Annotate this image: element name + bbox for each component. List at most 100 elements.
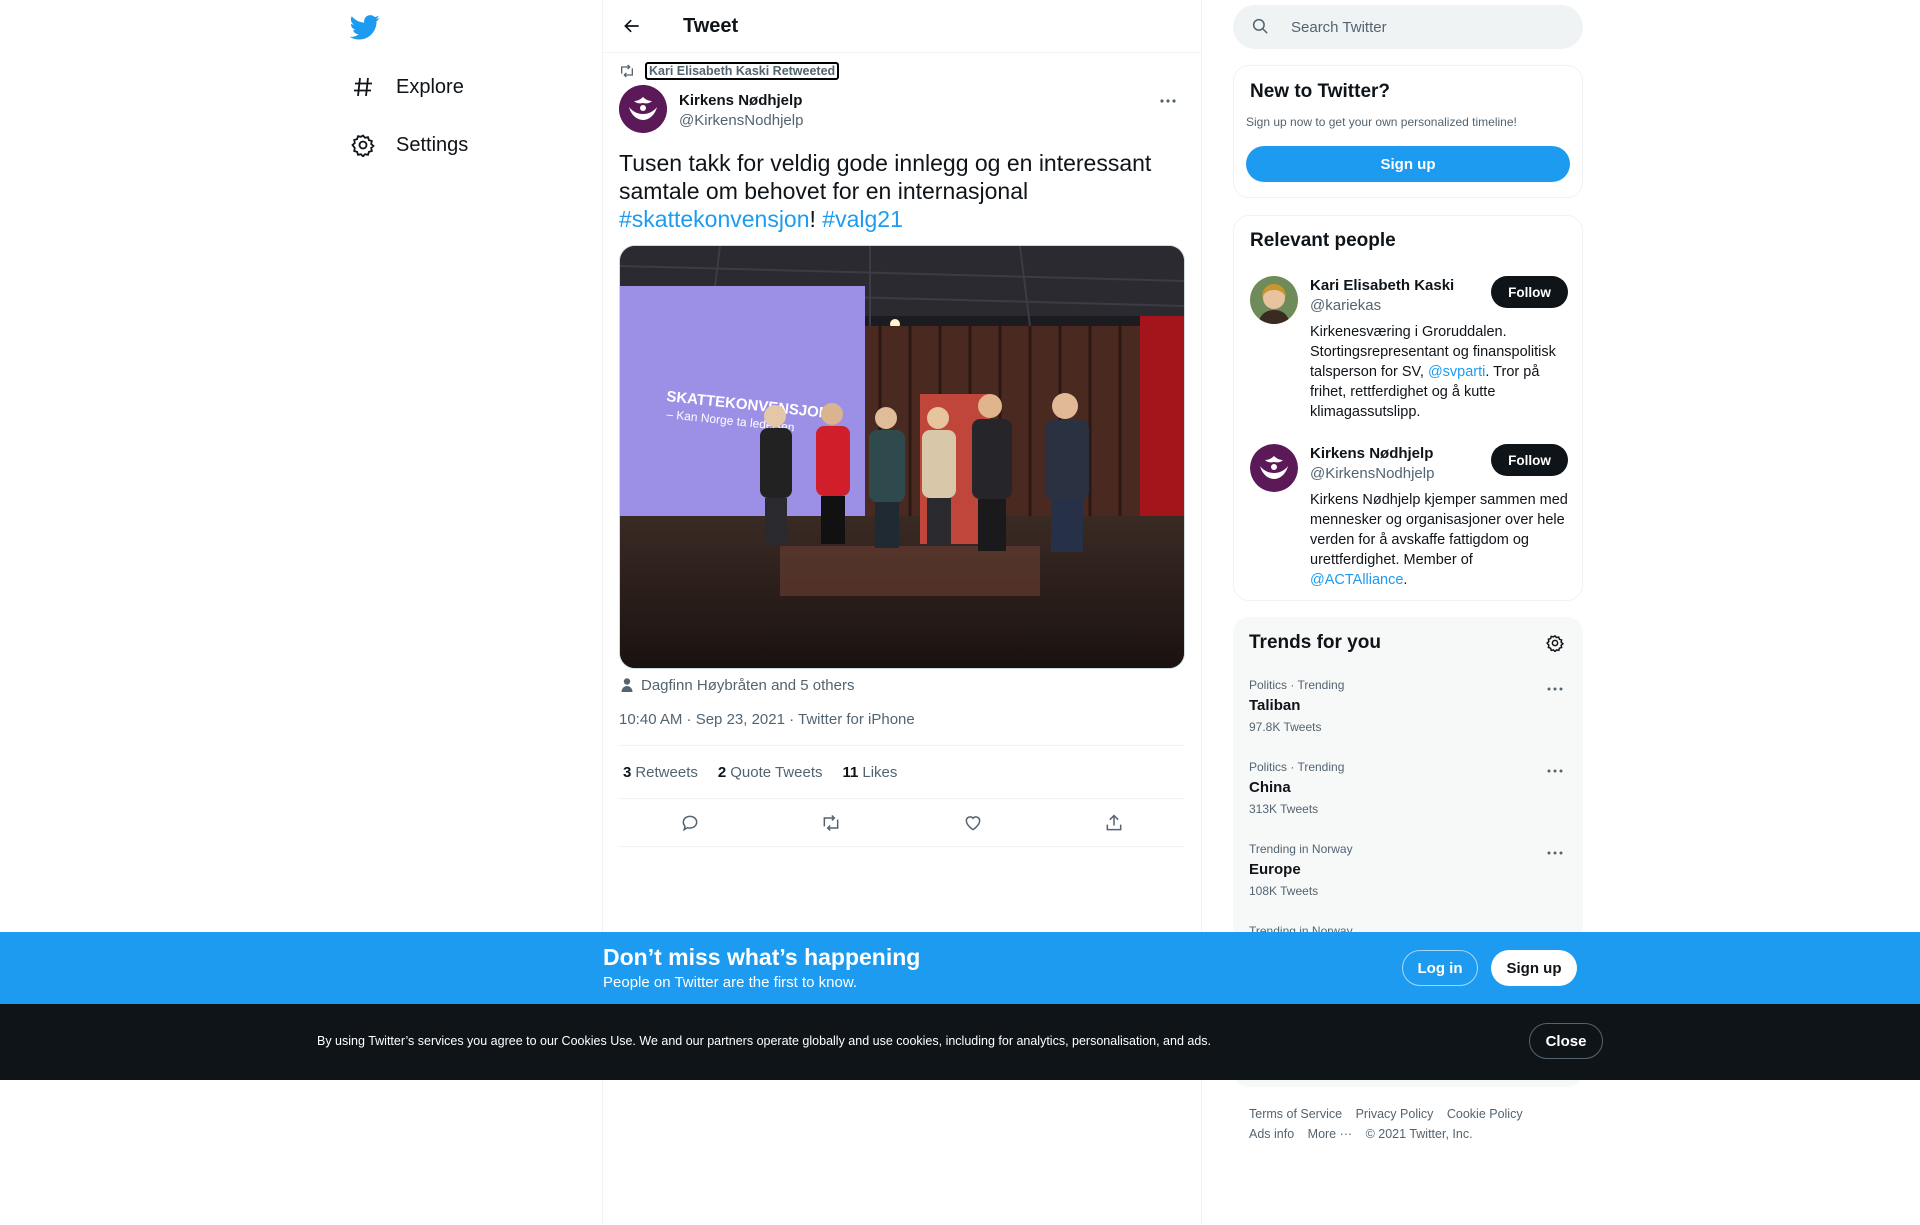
- retweet-context: Kari Elisabeth Kaski Retweeted: [619, 53, 1185, 83]
- log-in-button[interactable]: Log in: [1402, 950, 1478, 986]
- trend-item[interactable]: Politics · Trending China 313K Tweets: [1249, 759, 1567, 841]
- footer-link[interactable]: Terms of Service: [1249, 1104, 1342, 1124]
- trend-name: China: [1249, 779, 1291, 796]
- tweet-body: Tusen takk for veldig gode innlegg og en…: [619, 150, 1152, 204]
- footer-link[interactable]: Cookie Policy: [1447, 1104, 1523, 1124]
- search-box[interactable]: [1233, 5, 1583, 49]
- gear-icon: [1546, 634, 1564, 652]
- ellipsis-icon: [1547, 851, 1563, 855]
- sign-up-button[interactable]: Sign up: [1491, 950, 1577, 986]
- author-info: Kirkens Nødhjelp @KirkensNodhjelp: [679, 91, 803, 131]
- nav-item-label: Explore: [396, 75, 464, 98]
- trend-count: 108K Tweets: [1249, 884, 1319, 898]
- bio-text: .: [1403, 572, 1408, 588]
- back-arrow-icon: [624, 19, 639, 33]
- person-handle[interactable]: @KirkensNodhjelp: [1310, 464, 1434, 484]
- retweet-icon: [619, 63, 635, 79]
- new-to-twitter-card: New to Twitter? Sign up now to get your …: [1233, 65, 1583, 198]
- trends-settings-button[interactable]: [1543, 631, 1567, 655]
- trend-name: Taliban: [1249, 697, 1301, 714]
- quotes-label: Quote Tweets: [730, 763, 823, 781]
- trend-context: Politics · Trending: [1249, 678, 1345, 692]
- likes-count: 11: [842, 763, 859, 781]
- nav-item-label: Settings: [396, 133, 469, 156]
- trend-more-button[interactable]: [1543, 841, 1567, 865]
- avatar[interactable]: [1250, 444, 1298, 492]
- author-name[interactable]: Kirkens Nødhjelp: [679, 91, 803, 111]
- ellipsis-icon: [1160, 99, 1176, 103]
- twitter-logo-icon[interactable]: [349, 12, 382, 44]
- bio-text: Kirkens Nødhjelp kjemper sammen med menn…: [1310, 492, 1568, 568]
- person-icon: [619, 677, 635, 693]
- cookie-text: By using Twitter’s services you agree to…: [317, 1034, 1212, 1048]
- sign-up-button[interactable]: Sign up: [1246, 146, 1570, 182]
- back-button[interactable]: [615, 9, 649, 43]
- tweet-author: Kirkens Nødhjelp @KirkensNodhjelp: [619, 85, 1185, 133]
- footer-copyright: © 2021 Twitter, Inc.: [1365, 1127, 1473, 1141]
- bio-mention-link[interactable]: @svparti: [1428, 364, 1485, 380]
- trend-context: Trending in Norway: [1249, 842, 1353, 856]
- retweets-label: Retweets: [635, 763, 698, 781]
- hashtag-link[interactable]: #valg21: [822, 206, 903, 232]
- nav-item-explore[interactable]: Explore: [350, 67, 464, 107]
- share-button[interactable]: [1096, 805, 1132, 841]
- tweet-stats: 3 Retweets 2 Quote Tweets 11 Likes: [619, 746, 1185, 799]
- tweet-actions: [619, 799, 1185, 847]
- card-title: Trends for you: [1249, 632, 1381, 653]
- avatar[interactable]: [1250, 276, 1298, 324]
- share-icon: [1106, 813, 1122, 830]
- ellipsis-icon: [1547, 687, 1563, 691]
- retweet-button[interactable]: [813, 805, 849, 841]
- retweet-icon: [823, 814, 839, 831]
- footer-link[interactable]: More ···: [1308, 1124, 1352, 1144]
- signup-banner: Don’t miss what’s happening People on Tw…: [0, 932, 1920, 1004]
- tagged-users[interactable]: Dagfinn Høybråten and 5 others: [619, 675, 1185, 695]
- heart-icon: [965, 815, 981, 831]
- card-subtitle: Sign up now to get your own personalized…: [1246, 115, 1517, 129]
- retweets-stat[interactable]: 3 Retweets: [623, 764, 698, 781]
- retweets-count: 3: [623, 763, 632, 781]
- reply-icon: [682, 815, 698, 831]
- avatar[interactable]: [619, 85, 667, 133]
- trend-item[interactable]: Politics · Trending Taliban 97.8K Tweets: [1249, 677, 1567, 759]
- footer-link[interactable]: Privacy Policy: [1356, 1104, 1434, 1124]
- quote-tweets-stat[interactable]: 2 Quote Tweets: [718, 764, 823, 781]
- author-handle[interactable]: @KirkensNodhjelp: [679, 111, 803, 131]
- person-name[interactable]: Kirkens Nødhjelp: [1310, 444, 1433, 464]
- follow-button[interactable]: Follow: [1491, 276, 1568, 308]
- cookie-banner: By using Twitter’s services you agree to…: [0, 1004, 1920, 1080]
- banner-subtitle: People on Twitter are the first to know.: [603, 974, 858, 991]
- bio-mention-link[interactable]: @ACTAlliance: [1310, 572, 1403, 588]
- footer-link[interactable]: Ads info: [1249, 1124, 1294, 1144]
- search-input[interactable]: [1291, 18, 1571, 36]
- trend-more-button[interactable]: [1543, 759, 1567, 783]
- likes-stat[interactable]: 11 Likes: [843, 764, 898, 781]
- like-button[interactable]: [955, 805, 991, 841]
- footer-links: Terms of Service Privacy Policy Cookie P…: [1249, 1104, 1579, 1144]
- close-button[interactable]: Close: [1529, 1023, 1603, 1059]
- person-name[interactable]: Kari Elisabeth Kaski: [1310, 276, 1454, 296]
- hashtag-link[interactable]: #skattekonvensjon: [619, 206, 810, 232]
- tweet-timestamp[interactable]: 10:40 AM · Sep 23, 2021 · Twitter for iP…: [619, 711, 1185, 731]
- tweet-meta: 10:40 AM · Sep 23, 2021 · Twitter for iP…: [619, 711, 1185, 746]
- follow-button[interactable]: Follow: [1491, 444, 1568, 476]
- event-photo-image: SKATTEKONVENSJON – Kan Norge ta ledelsen: [620, 246, 1184, 668]
- quotes-count: 2: [717, 763, 727, 781]
- person-handle[interactable]: @kariekas: [1310, 296, 1381, 316]
- nav-item-settings[interactable]: Settings: [350, 125, 468, 165]
- tweet: Kari Elisabeth Kaski Retweeted Kirkens N…: [603, 53, 1201, 847]
- page-title: Tweet: [683, 14, 739, 37]
- retweeter-link[interactable]: Kari Elisabeth Kaski Retweeted: [645, 62, 840, 80]
- tweet-punctuation: !: [809, 206, 816, 232]
- reply-button[interactable]: [672, 805, 708, 841]
- trend-item[interactable]: Trending in Norway Europe 108K Tweets: [1249, 841, 1567, 923]
- trend-count: 97.8K Tweets: [1249, 720, 1322, 734]
- trend-count: 313K Tweets: [1249, 802, 1319, 816]
- banner-title: Don’t miss what’s happening: [603, 944, 921, 970]
- tweet-photo[interactable]: SKATTEKONVENSJON – Kan Norge ta ledelsen: [619, 245, 1185, 669]
- hashtag-icon: [350, 74, 376, 100]
- more-options-button[interactable]: [1151, 89, 1185, 113]
- trend-more-button[interactable]: [1543, 677, 1567, 701]
- trend-context: Politics · Trending: [1249, 760, 1345, 774]
- card-title: Relevant people: [1250, 230, 1396, 251]
